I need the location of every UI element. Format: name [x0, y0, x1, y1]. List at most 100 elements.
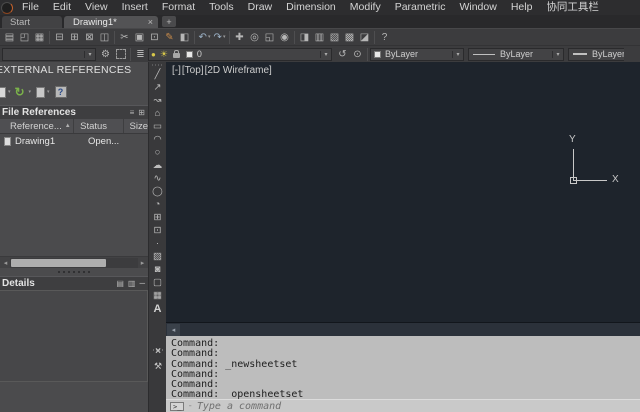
menu-item-insert[interactable]: Insert — [115, 0, 155, 15]
layer-lock-icon[interactable] — [173, 53, 180, 58]
chevron-down-icon[interactable]: ▾ — [320, 51, 331, 58]
workspace-combo[interactable]: ▾ — [2, 48, 96, 61]
command-close-icon[interactable]: × — [149, 346, 167, 357]
block-editor-icon[interactable]: ◧ — [177, 30, 192, 45]
construction-line-icon[interactable]: ↗ — [149, 81, 166, 94]
table-row[interactable]: Drawing1 Open... — [0, 134, 148, 149]
new-file-icon[interactable]: ▤ — [2, 30, 17, 45]
column-header-status[interactable]: Status — [74, 119, 123, 133]
copy-icon[interactable]: ▣ — [132, 30, 147, 45]
viewport-control-view[interactable]: [Top] — [182, 65, 204, 76]
command-options-caret[interactable]: - — [187, 401, 192, 411]
layer-thaw-sun-icon[interactable]: ☀ — [160, 49, 168, 60]
table-icon[interactable]: ▦ — [149, 289, 166, 302]
make-object-layer-current-icon[interactable]: ↺ — [335, 47, 350, 62]
properties-icon[interactable]: ◨ — [297, 30, 312, 45]
details-view-icon[interactable]: ▤ — [116, 279, 124, 288]
tab-start[interactable]: Start — [2, 16, 62, 28]
change-path-icon[interactable] — [36, 87, 45, 98]
line-icon[interactable]: ╱ — [149, 68, 166, 81]
designcenter-icon[interactable]: ▥ — [312, 30, 327, 45]
menu-item-edit[interactable]: Edit — [46, 0, 78, 15]
chevron-down-icon[interactable]: ▾ — [84, 51, 95, 58]
viewport-control-minimize[interactable]: [-] — [172, 65, 181, 76]
refresh-dropdown-caret[interactable]: ▾ — [29, 89, 32, 95]
plot-preview-icon[interactable]: ⊞ — [67, 30, 82, 45]
paste-icon[interactable]: ⊡ — [147, 30, 162, 45]
preview-view-icon[interactable]: ▥ — [128, 279, 136, 288]
workspace-settings-gear-icon[interactable]: ⚙ — [98, 47, 113, 62]
menu-item-window[interactable]: Window — [452, 0, 503, 15]
help-icon[interactable]: ? — [377, 30, 392, 45]
change-path-dropdown-caret[interactable]: ▾ — [47, 89, 50, 95]
match-properties-icon[interactable]: ✎ — [162, 30, 177, 45]
chevron-down-icon[interactable]: ▾ — [552, 51, 563, 58]
menu-item-dimension[interactable]: Dimension — [279, 0, 343, 15]
drawing-canvas[interactable]: [-] [Top] [2D Wireframe] Y X — [166, 62, 640, 322]
palette-splitter[interactable] — [0, 268, 148, 276]
arc-icon[interactable]: ◠ — [149, 133, 166, 146]
canvas-horizontal-scrollbar[interactable]: ◂ — [166, 322, 640, 336]
color-combo[interactable]: ByLayer ▾ — [370, 48, 464, 61]
circle-icon[interactable]: ○ — [149, 146, 166, 159]
sheet-set-manager-icon[interactable]: ▩ — [342, 30, 357, 45]
hatch-icon[interactable]: ▨ — [149, 250, 166, 263]
etransmit-icon[interactable]: ◫ — [97, 30, 112, 45]
layer-combo[interactable]: ● ☀ 0 ▾ — [148, 48, 332, 61]
viewport-control-visual-style[interactable]: [2D Wireframe] — [205, 65, 272, 76]
horizontal-scrollbar[interactable]: ◂ ▸ — [0, 256, 148, 268]
menu-item-view[interactable]: View — [78, 0, 115, 15]
ellipse-icon[interactable]: ◯ — [149, 185, 166, 198]
lineweight-combo[interactable]: ByLayer — [568, 48, 624, 61]
menu-item-draw[interactable]: Draw — [241, 0, 280, 15]
insert-block-icon[interactable]: ⊞ — [149, 211, 166, 224]
undo-dropdown-caret[interactable]: ▾ — [208, 34, 211, 40]
plot-icon[interactable]: ⊟ — [52, 30, 67, 45]
markup-set-manager-icon[interactable]: ◪ — [357, 30, 372, 45]
undo-icon[interactable]: ↶▾ — [197, 30, 212, 45]
tab-drawing1[interactable]: Drawing1* × — [64, 16, 158, 28]
make-block-icon[interactable]: ⊡ — [149, 224, 166, 237]
column-header-size[interactable]: Size — [124, 119, 148, 133]
xref-help-icon[interactable]: ? — [55, 86, 67, 98]
scroll-left-icon[interactable]: ◂ — [167, 324, 180, 336]
open-icon[interactable]: ◰ — [17, 30, 32, 45]
menu-item-collab-toolbar[interactable]: 协同工具栏 — [539, 0, 606, 15]
spline-icon[interactable]: ∿ — [149, 172, 166, 185]
layer-properties-manager-icon[interactable] — [113, 47, 128, 62]
ellipse-arc-icon[interactable]: ◔ — [149, 198, 166, 211]
publish-icon[interactable]: ⊠ — [82, 30, 97, 45]
save-icon[interactable]: ▦ — [32, 30, 47, 45]
linetype-combo[interactable]: ByLayer ▾ — [468, 48, 564, 61]
redo-icon[interactable]: ↷▾ — [212, 30, 227, 45]
gradient-icon[interactable]: ◙ — [149, 263, 166, 276]
layer-on-bulb-icon[interactable]: ● — [151, 50, 156, 59]
tab-close-icon[interactable]: × — [148, 17, 153, 27]
polyline-icon[interactable]: ↝ — [149, 94, 166, 107]
zoom-realtime-icon[interactable]: ◎ — [247, 30, 262, 45]
layer-states-icon[interactable]: ≣ — [133, 47, 148, 62]
tree-view-icon[interactable]: ⊞ — [138, 108, 145, 117]
attach-dwg-icon[interactable] — [0, 87, 6, 98]
command-window[interactable]: Command: Command: Command: _newsheetset … — [166, 336, 640, 412]
refresh-icon[interactable]: ↻ — [13, 85, 27, 99]
scrollbar-track[interactable] — [10, 258, 138, 268]
scroll-right-icon[interactable]: ▸ — [138, 259, 147, 267]
revision-cloud-icon[interactable]: ☁ — [149, 159, 166, 172]
menu-item-modify[interactable]: Modify — [343, 0, 388, 15]
menu-item-file[interactable]: File — [15, 0, 46, 15]
polygon-icon[interactable]: ⌂ — [149, 107, 166, 120]
command-input-row[interactable]: >_ - Type a command — [166, 399, 640, 412]
collapse-icon[interactable]: – — [139, 278, 145, 289]
tool-palettes-icon[interactable]: ▧ — [327, 30, 342, 45]
menu-item-format[interactable]: Format — [155, 0, 202, 15]
command-customize-wrench-icon[interactable]: ⚒ — [149, 361, 167, 372]
menu-item-parametric[interactable]: Parametric — [388, 0, 453, 15]
scroll-left-icon[interactable]: ◂ — [1, 259, 10, 267]
rectangle-icon[interactable]: ▭ — [149, 120, 166, 133]
layer-color-swatch[interactable] — [186, 51, 193, 58]
chevron-down-icon[interactable]: ▾ — [452, 51, 463, 58]
multiline-text-icon[interactable]: A — [149, 302, 166, 315]
pan-icon[interactable]: ✚ — [232, 30, 247, 45]
list-view-icon[interactable]: ≡ — [130, 108, 135, 117]
